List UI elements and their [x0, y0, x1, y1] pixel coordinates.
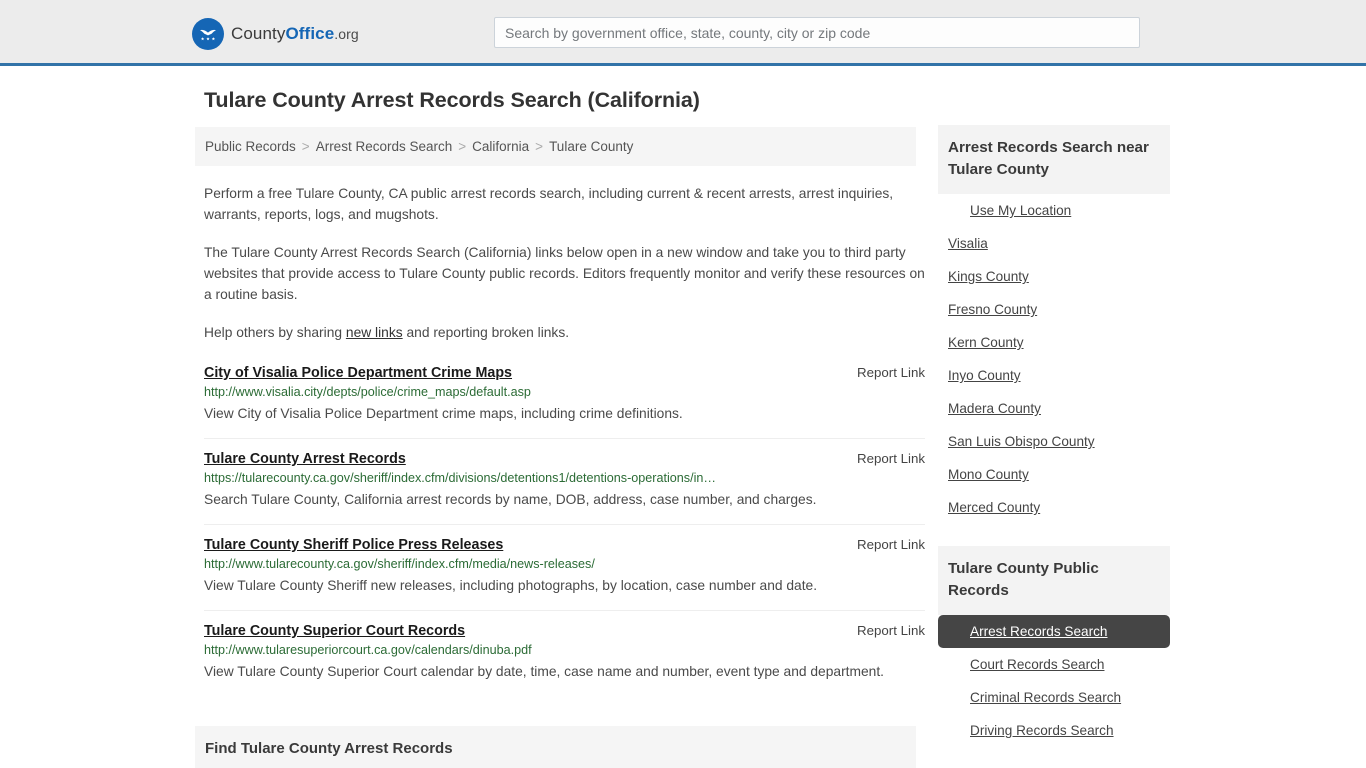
sidebar-item-san-luis-obispo-county[interactable]: San Luis Obispo County: [938, 425, 1170, 458]
list-item: Criminal Records Search: [938, 681, 1170, 714]
sidebar-public-records-heading: Tulare County Public Records: [938, 546, 1170, 615]
sidebar-item-fresno-county[interactable]: Fresno County: [938, 293, 1170, 326]
result-header: City of Visalia Police Department Crime …: [204, 365, 925, 381]
result-item: Tulare County Arrest Records Report Link…: [204, 451, 925, 525]
breadcrumb-item-tulare-county[interactable]: Tulare County: [549, 139, 633, 154]
logo-text-office: Office: [285, 24, 335, 43]
result-description: Search Tulare County, California arrest …: [204, 492, 817, 507]
result-title-link[interactable]: Tulare County Superior Court Records: [204, 623, 465, 639]
site-header: CountyOffice.org: [0, 0, 1366, 66]
result-item: City of Visalia Police Department Crime …: [204, 365, 925, 439]
sidebar-item-mono-county[interactable]: Mono County: [938, 458, 1170, 491]
list-item: San Luis Obispo County: [938, 425, 1170, 458]
report-link-button[interactable]: Report Link: [857, 623, 925, 638]
list-item: Court Records Search: [938, 648, 1170, 681]
list-item: Fresno County: [938, 293, 1170, 326]
result-header: Tulare County Arrest Records Report Link: [204, 451, 925, 467]
sidebar-item-use-my-location[interactable]: Use My Location: [938, 194, 1170, 227]
eagle-crest-icon: [192, 18, 224, 50]
sidebar-item-merced-county[interactable]: Merced County: [938, 491, 1170, 524]
sidebar-item-criminal-records-search[interactable]: Criminal Records Search: [938, 681, 1170, 714]
intro-p3-after: and reporting broken links.: [402, 325, 570, 340]
list-item: Use My Location: [938, 194, 1170, 227]
list-item: Kern County: [938, 326, 1170, 359]
find-records-panel: Find Tulare County Arrest Records: [195, 726, 916, 768]
result-header: Tulare County Superior Court Records Rep…: [204, 623, 925, 639]
intro-paragraph-2: The Tulare County Arrest Records Search …: [204, 245, 925, 302]
page-title: Tulare County Arrest Records Search (Cal…: [204, 88, 700, 112]
sidebar-item-visalia[interactable]: Visalia: [938, 227, 1170, 260]
intro-p3-before: Help others by sharing: [204, 325, 346, 340]
list-item: Driving Records Search: [938, 714, 1170, 747]
intro-text: Perform a free Tulare County, CA public …: [204, 183, 925, 343]
result-item: Tulare County Superior Court Records Rep…: [204, 623, 925, 696]
report-link-button[interactable]: Report Link: [857, 537, 925, 552]
sidebar-item-court-records-search[interactable]: Court Records Search: [938, 648, 1170, 681]
result-title-link[interactable]: Tulare County Arrest Records: [204, 451, 406, 467]
sidebar-public-records-list: Arrest Records Search Court Records Sear…: [938, 615, 1170, 747]
sidebar-item-arrest-records-search[interactable]: Arrest Records Search: [938, 615, 1170, 648]
search-input[interactable]: [494, 17, 1140, 48]
result-url[interactable]: http://www.tularecounty.ca.gov/sheriff/i…: [204, 557, 925, 571]
sidebar-nearby-list: Use My Location Visalia Kings County Fre…: [938, 194, 1170, 524]
result-description: View Tulare County Sheriff new releases,…: [204, 578, 818, 593]
breadcrumb-separator: >: [458, 139, 467, 154]
site-logo[interactable]: CountyOffice.org: [192, 18, 359, 50]
list-item: Kings County: [938, 260, 1170, 293]
sidebar-item-driving-records-search[interactable]: Driving Records Search: [938, 714, 1170, 747]
logo-text-county: County: [231, 24, 286, 43]
intro-paragraph-3: Help others by sharing new links and rep…: [204, 322, 925, 343]
result-list: City of Visalia Police Department Crime …: [204, 365, 925, 696]
result-title-link[interactable]: Tulare County Sheriff Police Press Relea…: [204, 537, 503, 553]
logo-text-org: .org: [334, 26, 359, 42]
intro-paragraph-1: Perform a free Tulare County, CA public …: [204, 186, 894, 222]
result-url[interactable]: http://www.tularesuperiorcourt.ca.gov/ca…: [204, 643, 925, 657]
result-url[interactable]: https://tularecounty.ca.gov/sheriff/inde…: [204, 471, 925, 485]
list-item: Madera County: [938, 392, 1170, 425]
result-title-link[interactable]: City of Visalia Police Department Crime …: [204, 365, 512, 381]
report-link-button[interactable]: Report Link: [857, 451, 925, 466]
breadcrumb-item-arrest-records-search[interactable]: Arrest Records Search: [316, 139, 453, 154]
list-item: Mono County: [938, 458, 1170, 491]
result-url[interactable]: http://www.visalia.city/depts/police/cri…: [204, 385, 925, 399]
main-content: Tulare County Arrest Records Search (Cal…: [195, 88, 925, 768]
list-item: Merced County: [938, 491, 1170, 524]
sidebar-nearby-heading: Arrest Records Search near Tulare County: [938, 125, 1170, 194]
breadcrumb: Public Records > Arrest Records Search >…: [195, 127, 916, 166]
list-item: Visalia: [938, 227, 1170, 260]
find-records-heading: Find Tulare County Arrest Records: [205, 740, 453, 757]
sidebar-block-nearby: Arrest Records Search near Tulare County…: [938, 125, 1170, 524]
result-description: View City of Visalia Police Department c…: [204, 406, 683, 421]
sidebar-block-public-records: Tulare County Public Records Arrest Reco…: [938, 546, 1170, 747]
breadcrumb-separator: >: [535, 139, 544, 154]
list-item: Inyo County: [938, 359, 1170, 392]
sidebar: Arrest Records Search near Tulare County…: [938, 125, 1170, 747]
result-item: Tulare County Sheriff Police Press Relea…: [204, 537, 925, 611]
result-header: Tulare County Sheriff Police Press Relea…: [204, 537, 925, 553]
breadcrumb-item-public-records[interactable]: Public Records: [205, 139, 296, 154]
list-item: Arrest Records Search: [938, 615, 1170, 648]
sidebar-item-inyo-county[interactable]: Inyo County: [938, 359, 1170, 392]
new-links-link[interactable]: new links: [346, 325, 403, 340]
breadcrumb-separator: >: [301, 139, 310, 154]
sidebar-item-kern-county[interactable]: Kern County: [938, 326, 1170, 359]
report-link-button[interactable]: Report Link: [857, 365, 925, 380]
site-logo-text: CountyOffice.org: [231, 24, 359, 44]
breadcrumb-item-california[interactable]: California: [472, 139, 529, 154]
result-description: View Tulare County Superior Court calend…: [204, 664, 885, 679]
sidebar-item-kings-county[interactable]: Kings County: [938, 260, 1170, 293]
sidebar-item-madera-county[interactable]: Madera County: [938, 392, 1170, 425]
